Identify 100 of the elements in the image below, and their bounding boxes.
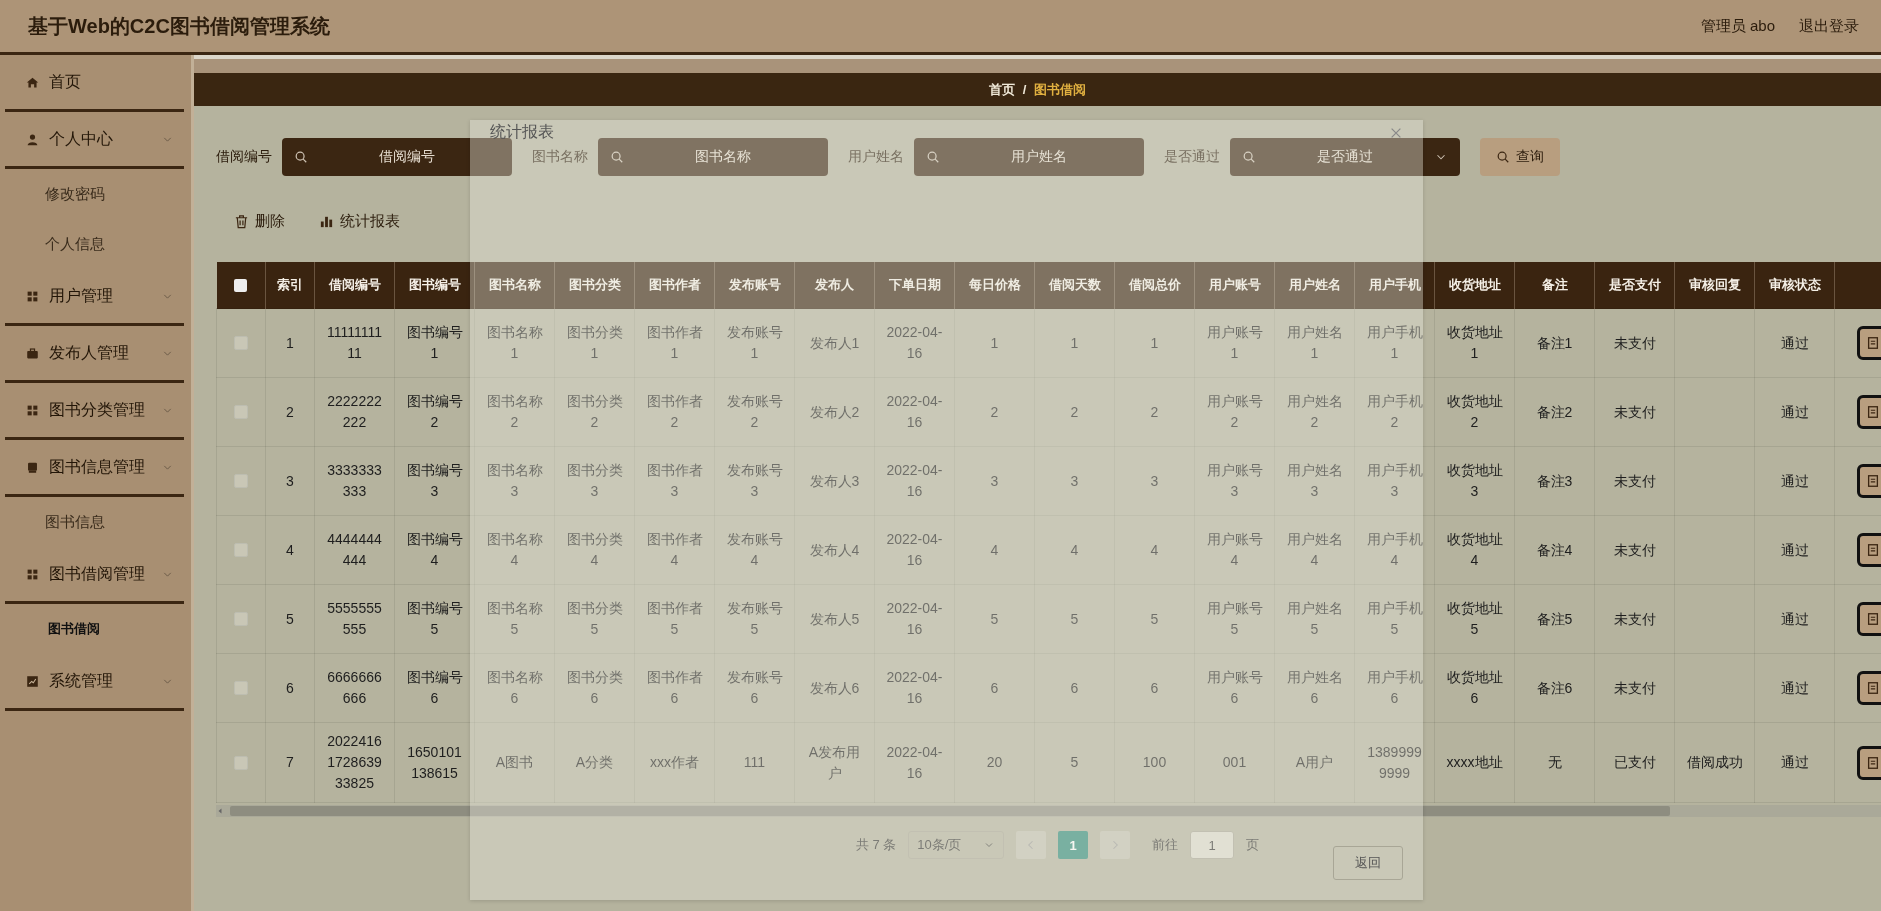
row-checkbox[interactable] (234, 755, 248, 770)
search-field[interactable]: 图书名称 (598, 138, 828, 176)
table-cell: 2022-04-16 (874, 377, 955, 447)
nav-subitem[interactable]: 图书借阅 (0, 604, 194, 654)
table-cell: 5 (1114, 584, 1195, 654)
row-checkbox[interactable] (234, 681, 248, 695)
table-cell: 6 (1034, 653, 1115, 723)
nav-subitem[interactable]: 图书信息 (0, 497, 194, 547)
nav-item[interactable]: 图书分类管理 (0, 383, 194, 437)
search-field[interactable]: 借阅编号 (282, 138, 512, 176)
table-cell: 图书编号6 (394, 653, 475, 723)
table-cell: 通过 (1754, 722, 1835, 803)
table-cell: 备注4 (1514, 515, 1595, 585)
table-cell: 6 (1114, 653, 1195, 723)
column-header: 下单日期 (874, 262, 955, 309)
table-cell: 7 (265, 722, 315, 803)
back-button[interactable]: 返回 (1333, 846, 1403, 880)
table-cell: 已支付 (1594, 722, 1675, 803)
row-checkbox[interactable] (234, 612, 248, 626)
column-header: 图书作者 (634, 262, 715, 309)
nav-item[interactable]: 图书信息管理 (0, 440, 194, 494)
nav-item[interactable]: 用户管理 (0, 269, 194, 323)
table-cell: 发布账号5 (714, 584, 795, 654)
column-header: 是否支付 (1594, 262, 1675, 309)
table-cell: 图书名称1 (474, 308, 555, 378)
table-cell: 备注2 (1514, 377, 1595, 447)
table-cell: 发布账号3 (714, 446, 795, 516)
column-header: 借阅总价 (1114, 262, 1195, 309)
row-checkbox[interactable] (234, 474, 248, 488)
table-cell: 1 (954, 308, 1035, 378)
table-cell: 001 (1194, 722, 1275, 803)
table-cell: 备注6 (1514, 653, 1595, 723)
scrollbar-thumb[interactable] (230, 806, 1670, 816)
row-checkbox[interactable] (234, 336, 248, 350)
table-cell: 备注3 (1514, 446, 1595, 516)
table-cell: 图书编号5 (394, 584, 475, 654)
table-cell: 5 (1034, 584, 1115, 654)
scroll-left-icon[interactable] (216, 807, 224, 815)
table-cell: 用户姓名3 (1274, 446, 1355, 516)
column-header: 用户姓名 (1274, 262, 1355, 309)
table-cell: 通过 (1754, 515, 1835, 585)
select-all-checkbox[interactable] (234, 278, 248, 292)
document-icon (1866, 543, 1880, 557)
goto-label: 前往 (1152, 836, 1179, 854)
table-cell: 5555555555 (314, 584, 395, 654)
table-cell: 3 (954, 446, 1035, 516)
nav-item[interactable]: 图书借阅管理 (0, 547, 194, 601)
table-cell: 图书名称5 (474, 584, 555, 654)
table-cell: 100 (1114, 722, 1195, 803)
search-icon (1496, 150, 1510, 164)
nav-item[interactable]: 发布人管理 (0, 326, 194, 380)
table-cell: 图书分类4 (554, 515, 635, 585)
field-label: 用户姓名 (848, 148, 904, 166)
column-header: 用户手机 (1354, 262, 1435, 309)
column-header: 借阅编号 (314, 262, 395, 309)
page-input[interactable]: 1 (1190, 831, 1235, 859)
report-button[interactable]: 统计报表 (319, 211, 400, 231)
table-cell: 3 (1034, 446, 1115, 516)
table-cell: 用户姓名4 (1274, 515, 1355, 585)
trash-icon (234, 213, 249, 229)
table-cell: 4 (1114, 515, 1195, 585)
column-header: 审核回复 (1674, 262, 1755, 309)
table-cell: xxxx地址 (1434, 722, 1515, 803)
table-cell: 6666666666 (314, 653, 395, 723)
nav-subitem[interactable]: 修改密码 (0, 169, 194, 219)
query-button[interactable]: 查询 (1480, 138, 1560, 176)
table-cell: 2 (265, 377, 315, 447)
table-cell: 用户账号1 (1194, 308, 1275, 378)
nav-item[interactable]: 系统管理 (0, 654, 194, 708)
table-cell: 用户姓名2 (1274, 377, 1355, 447)
row-checkbox[interactable] (234, 543, 248, 557)
nav-item[interactable]: 个人中心 (0, 112, 194, 166)
table-cell: xxx作者 (634, 722, 715, 803)
table-cell: 用户姓名1 (1274, 308, 1355, 378)
table-cell: 用户手机3 (1354, 446, 1435, 516)
table-cell: 未支付 (1594, 377, 1675, 447)
table-cell: A图书 (474, 722, 555, 803)
column-header: 用户账号 (1194, 262, 1275, 309)
row-checkbox[interactable] (234, 405, 248, 419)
table-cell: 2022416172863933825 (314, 722, 395, 803)
document-icon (1866, 681, 1880, 695)
column-header: 收货地址 (1434, 262, 1515, 309)
table-cell: 2022-04-16 (874, 308, 955, 378)
table-cell: 图书作者6 (634, 653, 715, 723)
delete-button[interactable]: 删除 (234, 211, 285, 231)
table-cell: 1 (1114, 308, 1195, 378)
chart-icon (26, 674, 39, 688)
app-title: 基于Web的C2C图书借阅管理系统 (28, 13, 330, 39)
nav-subitem[interactable]: 个人信息 (0, 219, 194, 269)
breadcrumb-link[interactable]: 首页 (988, 80, 1015, 99)
column-header: 图书编号 (394, 262, 475, 309)
nav-item[interactable]: 首页 (0, 55, 194, 109)
table-cell: 发布人4 (794, 515, 875, 585)
table-cell: 2022-04-16 (874, 515, 955, 585)
logout-link[interactable]: 退出登录 (1799, 16, 1859, 36)
page-unit-label: 页 (1246, 836, 1260, 854)
table-cell: 发布人5 (794, 584, 875, 654)
search-field[interactable]: 用户姓名 (914, 138, 1144, 176)
table-cell: A发布用户 (794, 722, 875, 803)
select-field[interactable]: 是否通过 (1230, 138, 1460, 176)
